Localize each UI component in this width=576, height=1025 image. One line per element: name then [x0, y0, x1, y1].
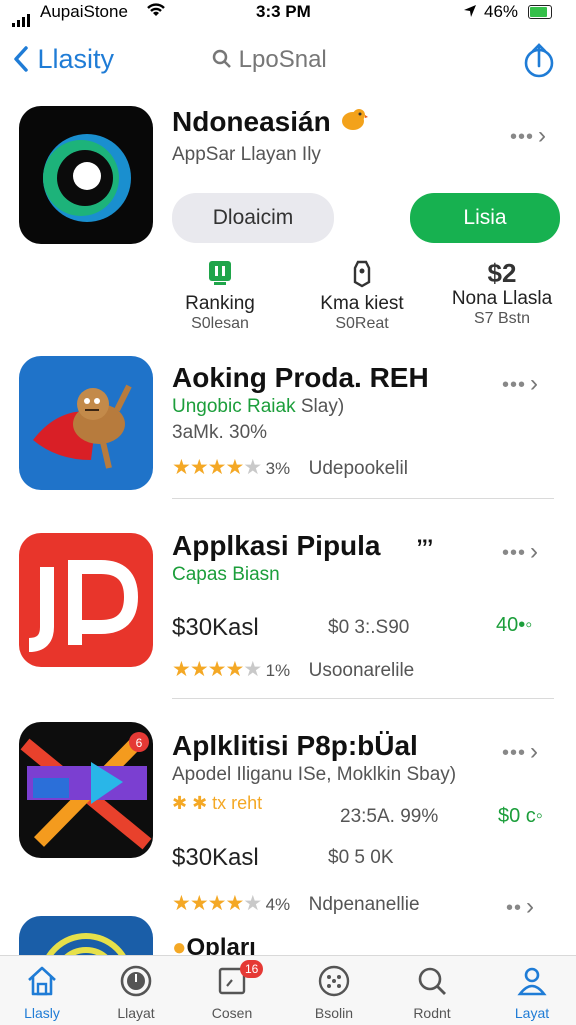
- rating-row: ★★★★★ 4% Ndpenanellie: [172, 892, 420, 915]
- search-icon: [418, 967, 446, 995]
- stat-label: Kma kiest: [320, 293, 404, 314]
- tag-icon: [282, 258, 442, 293]
- chevron-right-icon: ›: [530, 538, 540, 565]
- divider: [172, 498, 554, 499]
- chevron-right-icon: ›: [526, 893, 536, 920]
- jp-logo-icon: [28, 560, 139, 652]
- app-meta: 3aMk. 30%: [172, 422, 268, 443]
- stat-label: Nona Llasla: [451, 288, 553, 309]
- app-icon-applkasi[interactable]: [19, 533, 153, 667]
- get-button[interactable]: Dloaicim: [172, 193, 334, 243]
- app-subtitle: Ungobic Raiak Slay): [172, 396, 345, 417]
- app-icon-aoking[interactable]: [19, 356, 153, 490]
- tab-bsolin[interactable]: Bsolin: [286, 964, 382, 1021]
- search-icon: [212, 49, 231, 68]
- stat-value: $2: [487, 258, 517, 288]
- app-title: Applkasi Pipula’’’: [172, 530, 434, 561]
- share-button[interactable]: [522, 40, 556, 85]
- publisher: Ndpenanellie: [308, 894, 420, 915]
- star-rating-icon: ★★★★★: [172, 456, 262, 479]
- tab-label: Bsolin: [314, 1005, 354, 1021]
- app-price: $30Kasl: [172, 614, 259, 641]
- app-price: $30Kasl: [172, 844, 259, 871]
- featured-title: Ndoneasián: [172, 105, 369, 140]
- more-options-button[interactable]: ••• ›: [502, 538, 539, 566]
- person-icon: [517, 967, 547, 996]
- app-right-value: $0 c◦: [498, 805, 543, 827]
- more-options-button[interactable]: •• ›: [506, 893, 535, 921]
- app-logo-icon: [43, 134, 131, 222]
- app-subtitle: Apodel Iliganu ISe, Moklkin Sbay): [172, 764, 457, 785]
- app-subtitle: Capas Biasn: [172, 564, 280, 585]
- hero-character-icon: [33, 384, 132, 469]
- chevron-right-icon: ›: [530, 738, 540, 765]
- status-bar: AupaiStone 3:3 PM 46%: [0, 0, 576, 27]
- compass-icon: [120, 965, 152, 997]
- publisher: Udepookelil: [308, 458, 408, 479]
- app-title: Aplklitisi P8p:bÜal: [172, 730, 418, 761]
- stat-count: S7 Bstn: [473, 310, 531, 327]
- stat-kma: Kma kiest S0Reat: [282, 258, 442, 333]
- stat-ranking: Ranking S0lesan: [140, 258, 300, 333]
- back-label: Llasity: [37, 44, 115, 74]
- search-field[interactable]: LpoSnal: [212, 46, 327, 74]
- bird-icon: [338, 105, 369, 140]
- tab-label: Llasly: [24, 1005, 60, 1021]
- app-icon-aplklitisi[interactable]: 6: [19, 722, 153, 858]
- tab-label: Layat: [514, 1005, 550, 1021]
- games-icon: [318, 965, 350, 997]
- stat-count: S0lesan: [191, 315, 249, 332]
- app-meta: 23:5A. 99%: [340, 806, 439, 827]
- publisher: Usoonarelile: [308, 660, 415, 681]
- open-button[interactable]: Lisia: [410, 193, 560, 243]
- home-icon: [28, 966, 56, 996]
- stat-label: Ranking: [185, 293, 255, 314]
- chevron-left-icon: [14, 46, 28, 72]
- back-button[interactable]: Llasity: [12, 44, 114, 75]
- rating-row: ★★★★★ 3% Udepookelil: [172, 456, 408, 479]
- battery-percent: 46%: [484, 2, 519, 21]
- tab-label: Cosen: [211, 1005, 253, 1021]
- notification-badge: 16: [240, 960, 264, 978]
- share-icon: [524, 43, 554, 78]
- wifi-icon: [146, 2, 166, 23]
- featured-app-icon[interactable]: [19, 106, 153, 244]
- carrier-label: AupaiStone: [40, 2, 128, 21]
- tab-cosen[interactable]: 16 Cosen: [184, 960, 280, 1021]
- signal-icon: [12, 7, 32, 27]
- clock: 3:3 PM: [256, 2, 311, 21]
- tab-bar: Llasly Llayat 16 Cosen Bsolin Rodnt Laya…: [0, 955, 576, 1025]
- tab-label: Llayat: [117, 1005, 155, 1021]
- app-price-secondary: $0 5 0K: [328, 847, 394, 868]
- location-icon: [462, 3, 478, 24]
- star-rating-icon: ★★★★★: [172, 892, 262, 915]
- nav-bar: Llasity LpoSnal: [0, 40, 576, 80]
- svg-text:6: 6: [136, 736, 143, 750]
- media-player-icon: 6: [20, 732, 152, 850]
- app-tag: ✱ ✱ tx reht: [172, 793, 263, 813]
- star-rating-icon: ★★★★★: [172, 658, 262, 681]
- divider: [172, 698, 554, 699]
- chevron-right-icon: ›: [530, 370, 540, 397]
- tab-profile[interactable]: Layat: [484, 964, 576, 1021]
- battery-icon: [528, 5, 552, 19]
- stat-price: $2 Nona Llasla S7 Bstn: [422, 258, 576, 328]
- tab-home[interactable]: Llasly: [0, 964, 90, 1021]
- rating-row: ★★★★★ 1% Usoonarelile: [172, 658, 415, 681]
- app-title: Aoking Proda. REH: [172, 362, 429, 393]
- search-label: LpoSnal: [238, 46, 327, 73]
- tab-rodnt[interactable]: Rodnt: [384, 964, 480, 1021]
- tab-layat[interactable]: Llayat: [88, 964, 184, 1021]
- more-options-button[interactable]: ••• ›: [502, 370, 539, 398]
- app-right-value: 40•◦: [496, 614, 533, 636]
- tab-label: Rodnt: [413, 1005, 451, 1021]
- more-options-button[interactable]: ••• ›: [502, 738, 539, 766]
- trophy-icon: [140, 258, 300, 293]
- featured-subtitle: AppSar Llayan Ily: [172, 144, 321, 165]
- more-options-button[interactable]: ••• ›: [510, 122, 547, 150]
- app-price-secondary: $0 3:.S90: [328, 617, 410, 638]
- chevron-right-icon: ›: [538, 122, 548, 149]
- stat-count: S0Reat: [335, 315, 389, 332]
